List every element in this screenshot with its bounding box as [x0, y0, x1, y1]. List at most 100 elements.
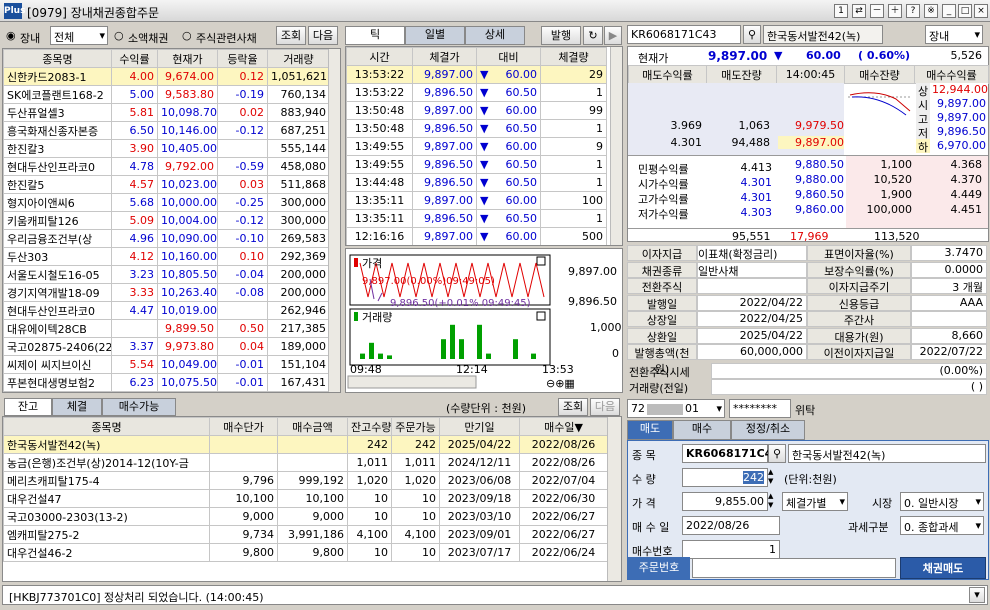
- zoom-in-icon[interactable]: ＋: [888, 4, 902, 18]
- table-row[interactable]: 한국동서발전42(녹) 242 242 2025/04/22 2022/08/26: [3, 435, 608, 454]
- tab-sell[interactable]: 매도: [627, 420, 673, 440]
- list-item[interactable]: 현대두산인프라코0 4.78 9,792.00 -0.59 458,080: [3, 157, 330, 176]
- col-change[interactable]: 등락율: [217, 49, 268, 68]
- list-item[interactable]: 우리금융조건부(상 4.96 10,090.00 -0.10 269,583: [3, 229, 330, 248]
- bid-price[interactable]: 9,880.00: [778, 173, 844, 186]
- ask-qty[interactable]: 1,063: [704, 119, 771, 132]
- col-balance-qty[interactable]: 잔고수량: [347, 417, 392, 436]
- market-filter-select[interactable]: 전체 ▾: [50, 26, 108, 45]
- seq-input[interactable]: 1: [682, 540, 780, 559]
- tab-buy[interactable]: 매수: [673, 420, 731, 440]
- bid-price[interactable]: 9,860.00: [778, 203, 844, 216]
- refresh-icon[interactable]: ↻: [583, 26, 603, 45]
- list-item[interactable]: 현대두산인프라코0 4.47 10,019.00 262,946: [3, 301, 330, 320]
- tab-execution[interactable]: 체결: [52, 398, 102, 416]
- bid-qty[interactable]: 1,100: [848, 158, 913, 171]
- sell-submit-button[interactable]: 채권매도: [900, 557, 986, 579]
- next-button[interactable]: 다음: [308, 26, 338, 45]
- list-item[interactable]: 경기지역개발18-09 3.33 10,263.40 -0.08 200,000: [3, 283, 330, 302]
- tab-detail[interactable]: 상세: [465, 26, 525, 45]
- ask-qty[interactable]: 94,488: [704, 136, 771, 149]
- maximize-icon[interactable]: □: [958, 4, 972, 18]
- tab-balance[interactable]: 잔고: [4, 398, 52, 416]
- list-item[interactable]: SK에코플랜트168-2 5.00 9,583.80 -0.19 760,134: [3, 85, 330, 104]
- price-type-select[interactable]: 체결가별 ▾: [782, 492, 848, 511]
- list-item[interactable]: 형지아이앤씨6 5.68 10,000.00 -0.25 300,000: [3, 193, 330, 212]
- query-button[interactable]: 조회: [276, 26, 306, 45]
- list-item[interactable]: 푸본현대생명보험2 6.23 10,075.50 -0.01 167,431: [3, 373, 330, 392]
- radio-small-icon[interactable]: ○: [114, 29, 124, 42]
- link-icon[interactable]: ⇄: [852, 4, 866, 18]
- list-item[interactable]: 대유에이텍28CB 9,899.50 0.50 217,385: [3, 319, 330, 338]
- qty-input[interactable]: 242: [682, 468, 768, 487]
- account-select[interactable]: 72 01 ▾: [627, 399, 725, 418]
- chart-zoom-icons[interactable]: ⊖⊕▦: [546, 377, 575, 390]
- play-icon[interactable]: ▶: [604, 26, 622, 45]
- col-buy-amount[interactable]: 매수금액: [277, 417, 348, 436]
- table-row[interactable]: 메리츠캐피탈175-4 9,796 999,192 1,020 1,020 2023/06…: [3, 471, 608, 490]
- list-item[interactable]: 키움캐피탈126 5.09 10,004.00 -0.12 300,000: [3, 211, 330, 230]
- radio-equity-icon[interactable]: ○: [182, 29, 192, 42]
- price-box-icon[interactable]: [536, 256, 546, 266]
- col-yield[interactable]: 수익률: [111, 49, 158, 68]
- list-item[interactable]: 두산303 4.12 10,160.00 0.10 292,369: [3, 247, 330, 266]
- bid-qty[interactable]: 1,900: [848, 188, 913, 201]
- list-item[interactable]: 한진칼5 4.57 10,023.00 0.03 511,868: [3, 175, 330, 194]
- col-price[interactable]: 현재가: [157, 49, 218, 68]
- table-row[interactable]: 국고03000-2303(13-2) 9,000 9,000 10 10 2023/03/…: [3, 507, 608, 526]
- col-buy-price[interactable]: 매수단가: [209, 417, 278, 436]
- price-stepper[interactable]: ▲ ▼: [768, 492, 778, 511]
- bid-price[interactable]: 9,880.50: [778, 158, 844, 171]
- quote-market-select[interactable]: 장내 ▾: [925, 25, 983, 44]
- order-search-icon[interactable]: ⚲: [768, 444, 786, 463]
- table-row[interactable]: 대우건설46-2 9,800 9,800 10 10 2023/07/17 2022/06/…: [3, 543, 608, 562]
- bid-qty[interactable]: 10,520: [848, 173, 913, 186]
- col-volume[interactable]: 거래량: [267, 49, 330, 68]
- holdings-query-button[interactable]: 조회: [558, 398, 588, 416]
- search-icon[interactable]: ⚲: [743, 25, 761, 44]
- chart-scrollbar[interactable]: [347, 375, 477, 389]
- col-orderable[interactable]: 주문가능: [391, 417, 440, 436]
- minimize-icon[interactable]: _: [942, 4, 956, 18]
- page-num-box[interactable]: 1: [834, 4, 848, 18]
- order-code-input[interactable]: KR6068171C43: [682, 444, 780, 463]
- tab-buyable[interactable]: 매수가능: [102, 398, 176, 416]
- list-item[interactable]: 한진칼3 3.90 10,405.00 555,144: [3, 139, 330, 158]
- tick-scrollbar[interactable]: [610, 47, 622, 245]
- table-row[interactable]: 대우건설47 10,100 10,100 10 10 2023/09/18 2022/06/…: [3, 489, 608, 508]
- tab-modify-cancel[interactable]: 정정/취소: [731, 420, 805, 440]
- tab-daily[interactable]: 일별: [405, 26, 465, 45]
- tax-select[interactable]: 0. 종합과세 ▾: [900, 516, 984, 535]
- issue-button[interactable]: 발행: [541, 26, 581, 45]
- list-item[interactable]: 두산퓨얼셀3 5.81 10,098.70 0.02 883,940: [3, 103, 330, 122]
- password-input[interactable]: ********: [729, 399, 791, 418]
- bond-code-input[interactable]: KR6068171C43: [627, 25, 741, 44]
- zoom-out-icon[interactable]: －: [870, 4, 884, 18]
- tab-tick[interactable]: 틱: [345, 26, 405, 45]
- price-input[interactable]: 9,855.00: [682, 492, 768, 511]
- col-buy-date[interactable]: 매수일▼: [519, 417, 608, 436]
- radio-listed-icon[interactable]: ◉: [6, 29, 16, 42]
- col-maturity[interactable]: 만기일: [439, 417, 520, 436]
- table-row[interactable]: 엠캐피탈275-2 9,734 3,991,186 4,100 4,100 2023/09…: [3, 525, 608, 544]
- ask-price[interactable]: 9,979.50: [778, 119, 844, 132]
- holdings-scrollbar[interactable]: [607, 417, 621, 581]
- close-icon[interactable]: ×: [974, 4, 988, 18]
- pin-icon[interactable]: ※: [924, 4, 938, 18]
- col-holding-name[interactable]: 종목명: [3, 417, 210, 436]
- list-item[interactable]: 흥국화재신종자본증 6.50 10,146.00 -0.12 687,251: [3, 121, 330, 140]
- volume-box-icon[interactable]: [536, 311, 546, 321]
- list-item[interactable]: 국고02875-2406(22 3.37 9,973.80 0.04 189,000: [3, 337, 330, 356]
- buy-date-input[interactable]: 2022/08/26: [682, 516, 780, 535]
- bid-price[interactable]: 9,860.50: [778, 188, 844, 201]
- list-item[interactable]: 신한카드2083-1 4.00 9,674.00 0.12 1,051,621: [3, 67, 330, 86]
- question-icon[interactable]: ?: [906, 4, 920, 18]
- status-dropdown-icon[interactable]: ▾: [969, 587, 985, 603]
- ask-price[interactable]: 9,897.00: [778, 136, 844, 149]
- list-item[interactable]: 씨제이 씨지브이신 5.54 10,049.00 -0.01 151,104: [3, 355, 330, 374]
- table-row[interactable]: 농금(은행)조건부(상)2014-12(10Y-금 1,011 1,011 2024/…: [3, 453, 608, 472]
- holdings-next-button[interactable]: 다음: [590, 398, 620, 416]
- list-scrollbar[interactable]: [328, 49, 340, 392]
- col-name[interactable]: 종목명: [3, 49, 112, 68]
- list-item[interactable]: 서울도시철도16-05 3.23 10,805.50 -0.04 200,000: [3, 265, 330, 284]
